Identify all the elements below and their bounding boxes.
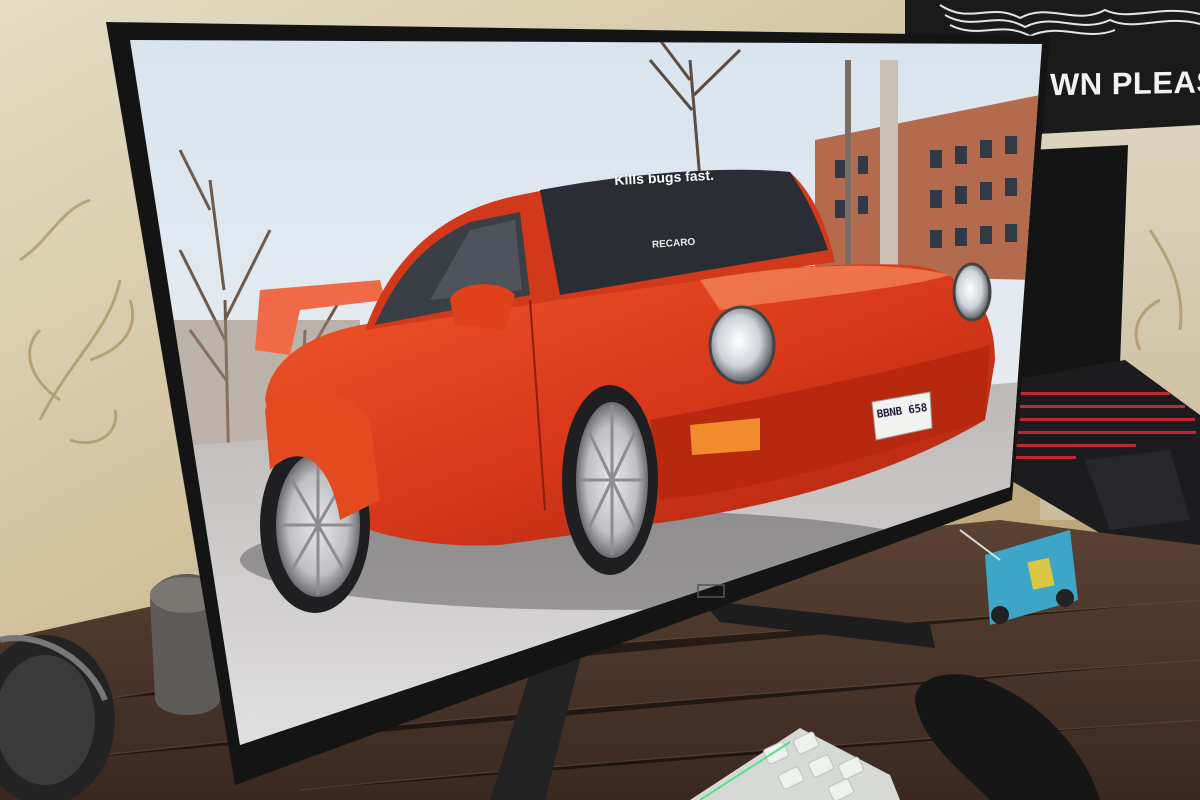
desk-photo-illustration (0, 0, 1200, 800)
desk-photo-scene: WN PLEASURE Kills bugs fast. RECARO BBNB… (0, 0, 1200, 800)
poster-text: WN PLEASURE (1050, 64, 1200, 103)
